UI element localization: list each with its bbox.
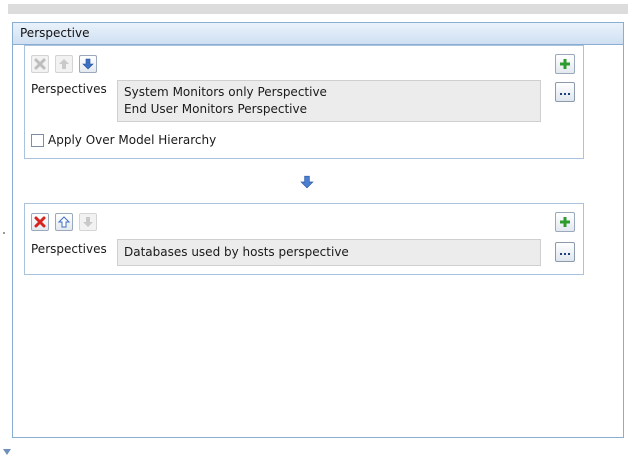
expand-triangle-icon[interactable] (3, 444, 11, 458)
add-button[interactable] (555, 212, 575, 232)
ellipsis-icon (560, 253, 570, 255)
plus-icon (560, 59, 570, 69)
perspectives-list[interactable]: Databases used by hosts perspective (117, 239, 541, 266)
perspectives-label: Perspectives (31, 242, 107, 256)
arrow-down-icon (82, 58, 94, 70)
arrow-down-icon (83, 217, 93, 227)
list-item[interactable]: System Monitors only Perspective (124, 84, 534, 101)
arrow-up-icon (59, 59, 69, 69)
panel-title: Perspective (13, 23, 623, 45)
move-up-button[interactable] (55, 55, 73, 73)
add-button[interactable] (555, 54, 575, 74)
top-scroll-bar (8, 4, 628, 14)
perspectives-label: Perspectives (31, 82, 107, 96)
perspectives-list[interactable]: System Monitors only Perspective End Use… (117, 80, 541, 122)
delete-x-icon (34, 58, 46, 70)
move-down-button[interactable] (79, 213, 97, 231)
plus-icon (560, 217, 570, 227)
arrow-up-icon (58, 216, 70, 228)
move-down-button[interactable] (79, 55, 97, 73)
flow-arrow-down-icon (300, 175, 314, 192)
browse-button[interactable] (555, 82, 575, 102)
delete-x-icon (34, 216, 46, 228)
divider-dot (3, 232, 5, 234)
apply-over-model-hierarchy-row[interactable]: Apply Over Model Hierarchy (31, 133, 216, 147)
perspectives-group-1: Perspectives System Monitors only Perspe… (24, 45, 584, 159)
ellipsis-icon (560, 93, 570, 95)
apply-over-model-hierarchy-checkbox[interactable] (31, 133, 44, 147)
perspectives-group-2: Perspectives Databases used by hosts per… (24, 203, 584, 275)
remove-button[interactable] (31, 55, 49, 73)
checkbox-label: Apply Over Model Hierarchy (48, 133, 217, 147)
list-item[interactable]: End User Monitors Perspective (124, 101, 534, 118)
move-up-button[interactable] (55, 213, 73, 231)
remove-button[interactable] (31, 213, 49, 231)
list-item[interactable]: Databases used by hosts perspective (124, 243, 534, 262)
browse-button[interactable] (555, 242, 575, 262)
